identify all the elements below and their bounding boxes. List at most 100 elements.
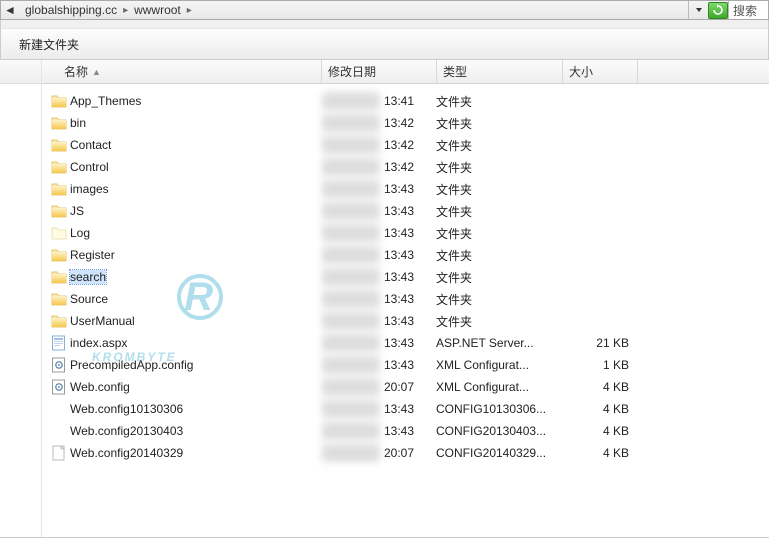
date-redacted (322, 356, 380, 374)
file-name[interactable]: search (68, 270, 322, 284)
table-row[interactable]: Control13:42文件夹 (42, 156, 769, 178)
breadcrumb-seg[interactable]: globalshipping.cc (23, 3, 119, 17)
date-redacted (322, 422, 380, 440)
file-time: 13:43 (384, 402, 436, 416)
table-row[interactable]: Web.config2013040313:43CONFIG20130403...… (42, 420, 769, 442)
file-name[interactable]: Contact (68, 138, 322, 152)
file-name[interactable]: JS (68, 204, 322, 218)
table-row[interactable]: index.aspx13:43ASP.NET Server...21 KB (42, 332, 769, 354)
date-redacted (322, 268, 380, 286)
file-size: 4 KB (562, 446, 637, 460)
file-size: 21 KB (562, 336, 637, 350)
folder-icon (42, 159, 68, 175)
file-name[interactable]: Log (68, 226, 322, 240)
refresh-button[interactable] (708, 2, 728, 19)
file-type: CONFIG10130306... (436, 402, 562, 416)
file-name[interactable]: Web.config10130306 (68, 402, 322, 416)
date-redacted (322, 158, 380, 176)
folder-icon (42, 247, 68, 263)
file-time: 13:43 (384, 336, 436, 350)
file-type: 文件夹 (436, 291, 562, 308)
date-redacted (322, 224, 380, 242)
file-name[interactable]: index.aspx (68, 336, 322, 350)
col-header-size[interactable]: 大小 (563, 60, 638, 83)
file-name[interactable]: bin (68, 116, 322, 130)
file-time: 13:43 (384, 270, 436, 284)
date-redacted (322, 334, 380, 352)
table-row[interactable]: Log13:43文件夹 (42, 222, 769, 244)
table-row[interactable]: App_Themes13:41文件夹 (42, 90, 769, 112)
nav-pane[interactable] (0, 60, 42, 538)
breadcrumb[interactable]: globalshipping.cc ▸ wwwroot ▸ (19, 3, 196, 17)
file-name[interactable]: Source (68, 292, 322, 306)
file-name[interactable]: Web.config20130403 (68, 424, 322, 438)
file-type: XML Configurat... (436, 380, 562, 394)
folder-icon (42, 313, 68, 329)
date-redacted (322, 202, 380, 220)
file-type: 文件夹 (436, 115, 562, 132)
toolbar: 新建文件夹 (0, 28, 769, 60)
col-header-type[interactable]: 类型 (437, 60, 563, 83)
table-row[interactable]: Web.config2014032920:07CONFIG20140329...… (42, 442, 769, 464)
file-name[interactable]: Web.config20140329 (68, 446, 322, 460)
file-type: 文件夹 (436, 93, 562, 110)
file-pane: 名称 ▲ 修改日期 类型 大小 KROMBYTER App_Themes13:4… (42, 60, 769, 538)
date-redacted (322, 92, 380, 110)
aspx-icon (42, 335, 68, 351)
table-row[interactable]: images13:43文件夹 (42, 178, 769, 200)
table-row[interactable]: Source13:43文件夹 (42, 288, 769, 310)
search-input[interactable]: 搜索 (728, 1, 768, 19)
file-time: 13:42 (384, 138, 436, 152)
table-row[interactable]: Contact 13:42文件夹 (42, 134, 769, 156)
col-header-date[interactable]: 修改日期 (322, 60, 437, 83)
file-name[interactable]: Web.config (68, 380, 322, 394)
col-label: 类型 (443, 63, 467, 80)
file-name[interactable]: images (68, 182, 322, 196)
file-size: 1 KB (562, 358, 637, 372)
file-time: 13:43 (384, 182, 436, 196)
file-type: 文件夹 (436, 269, 562, 286)
file-type: 文件夹 (436, 203, 562, 220)
file-time: 13:43 (384, 226, 436, 240)
table-row[interactable]: search 13:43文件夹 (42, 266, 769, 288)
file-type: XML Configurat... (436, 358, 562, 372)
chevron-right-icon[interactable]: ▸ (187, 5, 192, 16)
table-row[interactable]: PrecompiledApp.config 13:43XML Configurat… (42, 354, 769, 376)
table-row[interactable]: UserManual13:43文件夹 (42, 310, 769, 332)
back-arrow-icon[interactable]: ◄ (1, 1, 19, 19)
table-row[interactable]: JS13:43文件夹 (42, 200, 769, 222)
file-name[interactable]: Control (68, 160, 322, 174)
table-row[interactable]: Register 13:43文件夹 (42, 244, 769, 266)
column-headers[interactable]: 名称 ▲ 修改日期 类型 大小 (42, 60, 769, 84)
file-type: 文件夹 (436, 159, 562, 176)
file-time: 13:43 (384, 314, 436, 328)
breadcrumb-seg[interactable]: wwwroot (132, 3, 183, 17)
file-time: 13:43 (384, 358, 436, 372)
address-bar[interactable]: ◄ globalshipping.cc ▸ wwwroot ▸ 搜索 (0, 0, 769, 20)
folder-icon (42, 269, 68, 285)
file-type: 文件夹 (436, 137, 562, 154)
file-time: 13:43 (384, 248, 436, 262)
file-type: 文件夹 (436, 247, 562, 264)
chevron-right-icon[interactable]: ▸ (123, 5, 128, 16)
col-label: 大小 (569, 63, 593, 80)
new-folder-button[interactable]: 新建文件夹 (19, 36, 79, 53)
table-row[interactable]: Web.config10130306 13:43CONFIG10130306...… (42, 398, 769, 420)
main-area: 名称 ▲ 修改日期 类型 大小 KROMBYTER App_Themes13:4… (0, 60, 769, 538)
file-time: 20:07 (384, 380, 436, 394)
date-redacted (322, 114, 380, 132)
file-name[interactable]: PrecompiledApp.config (68, 358, 322, 372)
folder-icon (42, 115, 68, 131)
col-header-empty[interactable] (638, 60, 769, 83)
file-size: 4 KB (562, 402, 637, 416)
dropdown-button[interactable] (688, 1, 708, 19)
file-name[interactable]: UserManual (68, 314, 322, 328)
table-row[interactable]: bin13:42文件夹 (42, 112, 769, 134)
file-name[interactable]: App_Themes (68, 94, 322, 108)
col-header-name[interactable]: 名称 ▲ (42, 60, 322, 83)
spacer (0, 20, 769, 28)
file-time: 20:07 (384, 446, 436, 460)
table-row[interactable]: Web.config20:07XML Configurat...4 KB (42, 376, 769, 398)
file-name[interactable]: Register (68, 248, 322, 262)
folder-light-icon (42, 225, 68, 241)
